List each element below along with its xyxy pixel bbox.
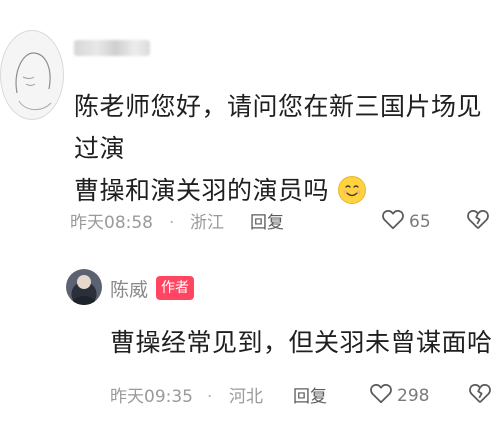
- reply-text: 曹操经常见到，但关羽未曾谋面哈: [110, 328, 493, 357]
- reply-separator: ·: [207, 387, 213, 407]
- reply-location: 河北: [229, 387, 263, 407]
- person-avatar-icon: [71, 275, 97, 305]
- comment-location: 浙江: [190, 213, 224, 233]
- comment-reply-button[interactable]: 回复: [250, 212, 284, 234]
- reply-time: 昨天09:35: [110, 387, 193, 407]
- comment-like-button[interactable]: [380, 206, 406, 236]
- comment-dislike-button[interactable]: [464, 206, 492, 236]
- broken-heart-icon: [469, 384, 491, 403]
- heart-outline-icon: [382, 210, 404, 230]
- comment-separator: ·: [169, 213, 175, 233]
- reply-dislike-button[interactable]: [466, 380, 494, 410]
- comment-like-count: 65: [409, 212, 431, 232]
- comment-text-line-1: 陈老师您好，请问您在新三国片场见过演: [74, 92, 483, 163]
- smiling-face-emoji-icon: [337, 175, 367, 218]
- reply-reply-button[interactable]: 回复: [293, 386, 327, 408]
- heart-outline-icon: [370, 384, 392, 404]
- broken-heart-icon: [467, 210, 489, 229]
- commenter-avatar[interactable]: [0, 30, 64, 120]
- reply-like-button[interactable]: [368, 380, 394, 410]
- comment-text: 陈老师您好，请问您在新三国片场见过演 曹操和演关羽的演员吗: [74, 86, 484, 218]
- comment-text-line-2: 曹操和演关羽的演员吗: [74, 176, 330, 205]
- author-avatar[interactable]: [66, 269, 102, 305]
- author-name[interactable]: 陈威: [110, 275, 148, 302]
- sketch-portrait-icon: [15, 52, 52, 110]
- comment-thread: 陈老师您好，请问您在新三国片场见过演 曹操和演关羽的演员吗 昨天08:58 · …: [0, 0, 500, 440]
- commenter-username-blurred[interactable]: [74, 40, 150, 56]
- author-badge: 作者: [156, 276, 194, 300]
- reply-like-count: 298: [397, 386, 430, 406]
- comment-time: 昨天08:58: [70, 213, 153, 233]
